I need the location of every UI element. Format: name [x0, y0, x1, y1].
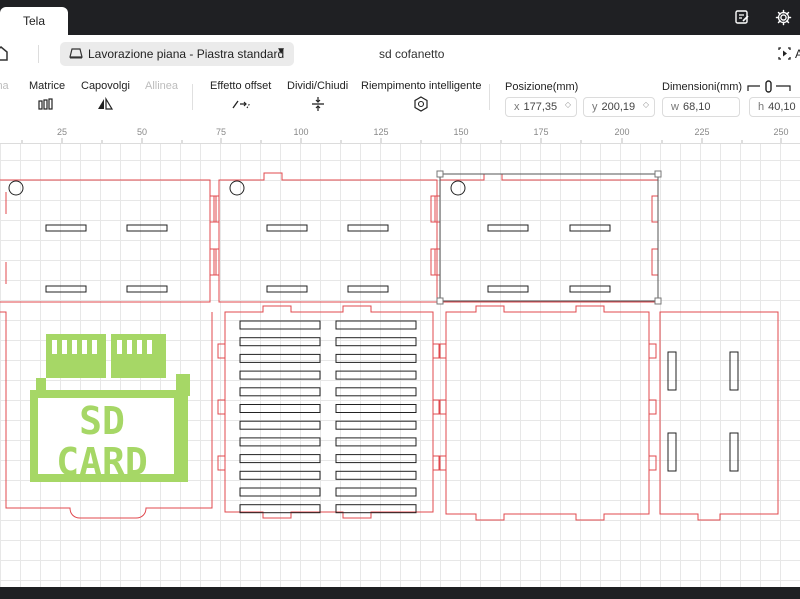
tab-canvas-label: Tela [22, 14, 45, 28]
card-slot [239, 370, 321, 380]
y-value: 200,19 [601, 101, 636, 113]
tool-dividi-chiudi-label: Dividi/Chiudi [287, 80, 349, 92]
edit-toolbar: ina Matrice Capovolgi Allinea Effetto of… [0, 72, 800, 125]
array-icon [38, 98, 53, 110]
chevron-down-icon: ▼ [276, 46, 286, 57]
divider [38, 45, 39, 63]
y-prefix: y [592, 101, 598, 113]
card-slot [335, 420, 417, 430]
tool-allinea-label: Allinea [145, 80, 179, 92]
preview-button-label: A [795, 46, 800, 61]
card-slot [335, 387, 417, 397]
panel-side-plain [445, 305, 650, 521]
card-slot [239, 420, 321, 430]
w-value: 68,10 [682, 101, 711, 113]
position-x-input[interactable]: x 177,35 ◇ [505, 97, 577, 117]
tool-effetto-offset-label: Effetto offset [210, 80, 272, 92]
width-input[interactable]: w 68,10 [662, 97, 740, 117]
divider [192, 84, 193, 110]
status-bar [0, 587, 800, 599]
card-slot [335, 487, 417, 497]
tool-align-partial: ina [0, 80, 9, 112]
design-canvas[interactable]: SD CARD [0, 144, 800, 587]
h-value: 40,10 [768, 101, 796, 113]
dimensions-label: Dimensioni(mm) [662, 81, 743, 93]
card-slot [239, 353, 321, 363]
hole-circle [8, 180, 24, 196]
logo-text-card: CARD [56, 440, 148, 484]
divider [489, 84, 490, 110]
tool-capovolgi-label: Capovolgi [81, 80, 130, 92]
height-input[interactable]: h 40,10 [749, 97, 800, 117]
card-slot [335, 470, 417, 480]
card-slot [239, 487, 321, 497]
preview-button[interactable]: A [777, 46, 800, 61]
horizontal-ruler: 25 50 75 100 125 150 175 200 225 250 [0, 124, 800, 144]
tool-riempimento-label: Riempimento intelligente [361, 80, 482, 92]
machining-mode-label: Lavorazione piana - Piastra standard [88, 47, 285, 61]
tool-capovolgi[interactable]: Capovolgi [81, 80, 130, 112]
project-title: sd cofanetto [379, 47, 445, 61]
card-slot [239, 470, 321, 480]
gear-icon[interactable] [774, 8, 792, 26]
card-slot [239, 437, 321, 447]
x-prefix: x [514, 101, 520, 113]
home-icon[interactable] [0, 45, 8, 61]
tool-matrice[interactable]: Matrice [29, 80, 65, 112]
stepper-icon[interactable]: ◇ [565, 100, 571, 109]
machining-mode-select[interactable]: Lavorazione piana - Piastra standard ▼ [60, 42, 294, 66]
position-label: Posizione(mm) [505, 81, 579, 93]
tool-dividi-chiudi[interactable]: Dividi/Chiudi [287, 80, 348, 112]
flip-icon [98, 96, 114, 110]
tool-riempimento-intelligente[interactable]: Riempimento intelligente [361, 80, 481, 112]
position-y-input[interactable]: y 200,19 ◇ [583, 97, 655, 117]
align-icon [0, 96, 8, 112]
w-prefix: w [671, 101, 679, 113]
sd-card-logo: SD CARD [30, 334, 190, 484]
hole-circle [450, 180, 466, 196]
card-slot [335, 454, 417, 464]
card-slot [239, 454, 321, 464]
card-slot [239, 404, 321, 413]
split-icon [311, 97, 324, 111]
box-parts-drawing[interactable]: SD CARD [0, 144, 800, 587]
stepper-icon[interactable]: ◇ [643, 100, 649, 109]
lid-slots [45, 224, 611, 293]
tab-bar: Tela [0, 0, 800, 35]
x-value: 177,35 [523, 101, 558, 113]
h-prefix: h [758, 101, 765, 113]
card-slot [335, 370, 417, 380]
panel-lid-left [0, 179, 211, 303]
selection-box [436, 170, 662, 305]
card-slot [335, 337, 417, 347]
lock-ratio-icon[interactable] [746, 79, 794, 95]
card-slot [335, 353, 417, 363]
card-slot [335, 437, 417, 447]
header-bar: Lavorazione piana - Piastra standard ▼ s… [0, 35, 800, 73]
card-slot [239, 320, 321, 330]
edit-note-icon[interactable] [733, 8, 751, 26]
card-slot [335, 404, 417, 413]
tool-effetto-offset[interactable]: Effetto offset [210, 80, 271, 112]
card-slots [239, 320, 417, 514]
panel-lid-right [439, 173, 659, 303]
tab-canvas[interactable]: Tela [0, 7, 68, 35]
offset-icon [232, 100, 251, 109]
smart-fill-icon [414, 96, 428, 112]
end-slots [667, 351, 739, 472]
plate-icon [69, 48, 83, 62]
logo-text-sd: SD [79, 399, 125, 443]
panel-lid-center [218, 172, 438, 303]
card-slot [239, 337, 321, 347]
panel-end [659, 311, 779, 521]
hole-circle [229, 180, 245, 196]
tool-matrice-label: Matrice [29, 80, 66, 92]
tool-allinea: Allinea [145, 80, 178, 92]
tool-align-partial-label: ina [0, 80, 9, 92]
ruler-ticks [21, 138, 782, 143]
play-frame-icon [778, 47, 791, 60]
card-slot [335, 320, 417, 330]
card-slot [239, 387, 321, 397]
